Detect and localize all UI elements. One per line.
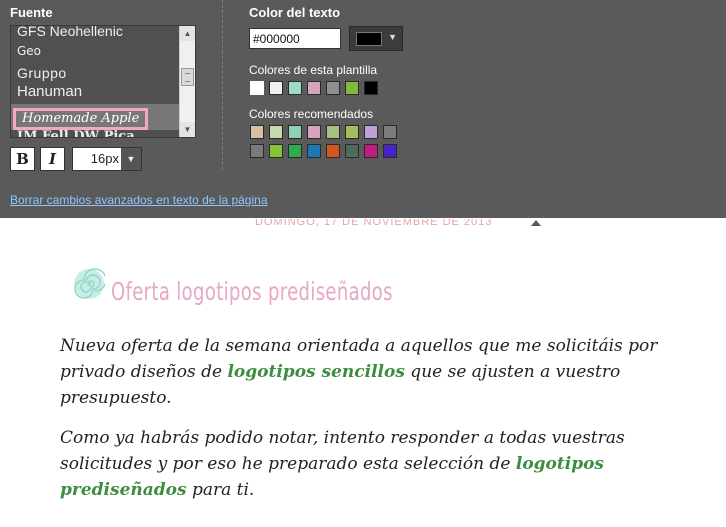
post-paragraph: Como ya habrás podido notar, intento res… (60, 425, 720, 503)
color-picker-button[interactable]: ▼ (349, 26, 403, 51)
font-option[interactable]: GFS Neohellenic (11, 26, 181, 41)
color-swatch[interactable] (250, 125, 264, 139)
font-option[interactable]: Geo (11, 41, 181, 61)
advanced-text-editor-panel: Fuente GFS Neohellenic Geo Gruppo Hanuma… (0, 0, 726, 218)
highlighted-text: logotipos sencillos (227, 362, 405, 382)
color-swatch[interactable] (288, 81, 302, 95)
chevron-down-icon: ▼ (121, 148, 141, 170)
color-swatch[interactable] (326, 81, 340, 95)
color-swatch[interactable] (326, 144, 340, 158)
font-option[interactable]: Gruppo (11, 63, 181, 83)
font-option[interactable]: IM Fell DW Pica (11, 127, 181, 137)
color-swatch[interactable] (307, 144, 321, 158)
color-swatch[interactable] (307, 81, 321, 95)
font-size-select[interactable]: 16px ▼ (72, 147, 142, 171)
font-section-label: Fuente (10, 5, 53, 20)
color-swatch[interactable] (364, 81, 378, 95)
scroll-down-icon[interactable]: ▼ (180, 122, 195, 137)
font-size-value: 16px (90, 151, 119, 166)
color-swatch[interactable] (364, 144, 378, 158)
template-colors-label: Colores de esta plantilla (249, 63, 378, 77)
reset-advanced-changes-link[interactable]: Borrar cambios avanzados en texto de la … (10, 193, 268, 207)
color-swatch[interactable] (250, 81, 264, 95)
bold-button[interactable]: B (10, 147, 35, 171)
color-swatch[interactable] (345, 81, 359, 95)
italic-button[interactable]: I (40, 147, 65, 171)
post-text: para ti. (186, 480, 255, 500)
color-swatch[interactable] (345, 125, 359, 139)
chevron-down-icon: ▼ (388, 32, 397, 42)
color-swatch[interactable] (250, 144, 264, 158)
font-list-scrollbar[interactable]: ▲ ▼ (179, 26, 195, 137)
color-swatch[interactable] (383, 125, 397, 139)
post-date: DOMINGO, 17 DE NOVIEMBRE DE 2013 (255, 219, 493, 228)
color-swatch[interactable] (269, 81, 283, 95)
selected-color-swatch (356, 32, 382, 46)
scroll-up-icon[interactable]: ▲ (180, 26, 195, 41)
color-swatch[interactable] (288, 125, 302, 139)
color-swatch[interactable] (307, 125, 321, 139)
recommended-colors-label: Colores recomendados (249, 107, 374, 121)
text-color-label: Color del texto (249, 5, 341, 20)
panel-divider (222, 0, 223, 170)
scrollbar-thumb[interactable] (181, 68, 194, 86)
post-title[interactable]: Oferta logotipos prediseñados (111, 277, 393, 306)
font-family-list[interactable]: GFS Neohellenic Geo Gruppo Hanuman Homem… (10, 25, 196, 138)
post-paragraph: Nueva oferta de la semana orientada a aq… (60, 333, 720, 411)
color-swatch[interactable] (269, 125, 283, 139)
hex-color-input[interactable] (249, 28, 341, 49)
collapse-panel-icon[interactable] (531, 220, 541, 226)
color-swatch[interactable] (364, 125, 378, 139)
font-option[interactable]: Hanuman (11, 82, 181, 102)
color-swatch[interactable] (383, 144, 397, 158)
color-swatch[interactable] (269, 144, 283, 158)
color-swatch[interactable] (326, 125, 340, 139)
color-swatch[interactable] (288, 144, 302, 158)
spiral-icon (74, 268, 105, 299)
color-swatch[interactable] (345, 144, 359, 158)
post-body: Nueva oferta de la semana orientada a aq… (60, 333, 720, 517)
